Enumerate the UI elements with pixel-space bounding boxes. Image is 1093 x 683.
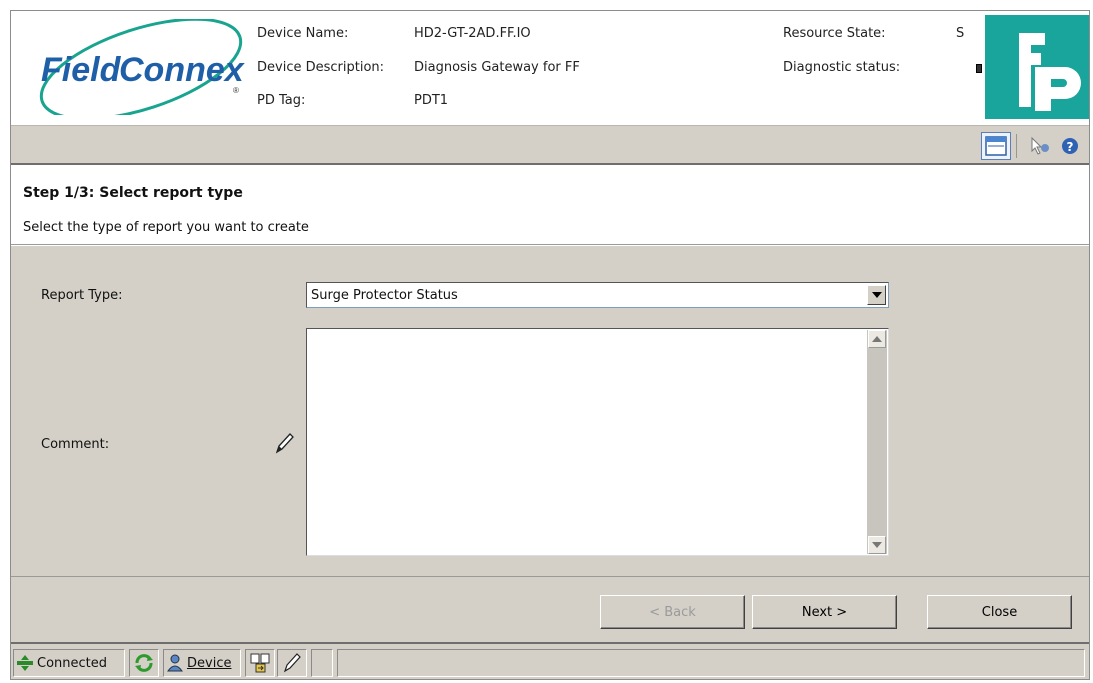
pencil-icon [273,432,295,460]
connection-status: Connected [13,649,125,677]
chevron-down-icon[interactable] [867,285,886,305]
wizard-button-bar: < Back Next > Close [11,576,1089,642]
logo-text-connex: Connex [119,51,246,89]
wizard-step-panel: Step 1/3: Select report type Select the … [11,165,1089,245]
toolbar: ? [11,125,1089,165]
comment-label: Comment: [41,437,110,452]
pd-tag-value: PDT1 [414,93,449,108]
report-form: Report Type: Surge Protector Status Comm… [11,246,1089,576]
device-name-label: Device Name: [257,26,349,41]
device-description-label: Device Description: [257,60,385,75]
connection-status-text: Connected [37,655,108,671]
step-title: Step 1/3: Select report type [23,185,243,201]
edit-pencil-icon[interactable] [277,649,307,677]
device-header: Field Connex ® Device Name: HD2-GT-2AD.F… [11,11,1089,125]
status-bar: Connected Device [11,642,1089,679]
status-cell-message [337,649,1085,677]
svg-text:?: ? [1067,140,1074,154]
logo-text-field: Field [41,51,122,89]
window-view-icon[interactable] [981,132,1011,160]
application-window: Field Connex ® Device Name: HD2-GT-2AD.F… [10,10,1090,680]
device-status-text: Device [187,655,232,671]
next-button[interactable]: Next > [752,595,897,629]
report-type-select[interactable]: Surge Protector Status [306,282,889,308]
step-description: Select the type of report you want to cr… [23,220,309,235]
report-type-label: Report Type: [41,288,123,303]
report-type-value: Surge Protector Status [311,288,458,303]
device-description-value: Diagnosis Gateway for FF [414,60,580,75]
refresh-icon[interactable] [129,649,159,677]
comment-textarea[interactable] [306,328,889,556]
diagnostic-status-label: Diagnostic status: [783,60,901,75]
scroll-up-icon[interactable] [868,330,886,348]
toolbar-separator [1016,134,1017,158]
svg-text:®: ® [233,86,239,95]
device-icon [167,654,183,672]
status-cell-empty-1 [311,649,333,677]
diagnostic-status-indicator-icon [976,64,982,73]
pd-tag-label: PD Tag: [257,93,306,108]
resource-state-value: S [956,26,965,41]
pepperl-fuchs-logo [985,15,1089,119]
parameter-compare-icon[interactable] [245,649,275,677]
scroll-down-icon[interactable] [868,536,886,554]
pointer-help-icon[interactable] [1025,132,1055,160]
fieldconnex-logo: Field Connex ® [21,17,253,121]
comment-scrollbar[interactable] [867,330,887,554]
help-icon[interactable]: ? [1055,132,1085,160]
close-button[interactable]: Close [927,595,1072,629]
back-button[interactable]: < Back [600,595,745,629]
device-status: Device [163,649,241,677]
device-name-value: HD2-GT-2AD.FF.IO [414,26,531,41]
plug-connected-icon [17,655,33,671]
resource-state-label: Resource State: [783,26,886,41]
